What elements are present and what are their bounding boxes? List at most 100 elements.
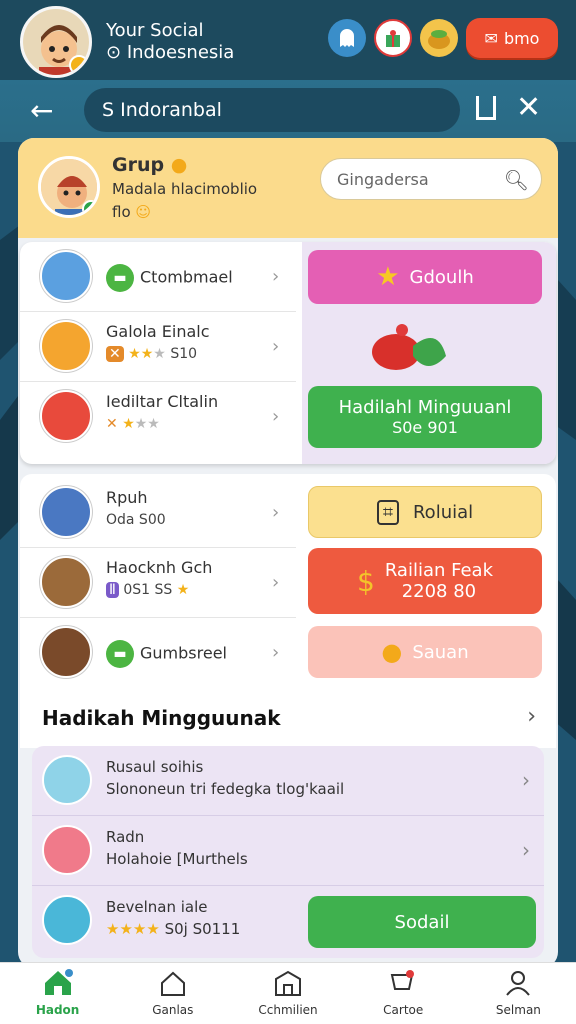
weekly-list: Rusaul soihis Slononeun tri fedegka tlog… [32,746,544,958]
avatar [40,320,92,372]
house-outline-icon [160,971,185,996]
coin-pot-icon[interactable] [420,19,458,57]
bottom-nav: Hadon Ganlas Cchmilien Cartoe Selman [0,962,576,1024]
avatar [40,556,92,608]
badge-icon: ✕ [106,346,124,362]
list-item[interactable]: ▬ Gumbsreel › [20,618,296,688]
railian-line1: Railian Feak [384,560,494,581]
weekly-item-title: Radn [106,828,145,846]
home-icon [44,969,73,995]
roluial-button[interactable]: ⌗ Roluial [308,486,542,538]
list-item[interactable]: Haocknh Gch Ⅱ 0S1 SS ★ › [20,548,296,618]
hadiah-line1: Hadilahl Minguuanl [338,397,512,418]
railian-line2: 2208 80 [401,581,477,602]
chevron-right-icon: › [272,502,280,523]
group-card: Grup ● Madala hlacimoblio flo ☺ Gingader… [18,138,558,238]
top-action-label: bmo [503,28,540,48]
main-panel: Grup ● Madala hlacimoblio flo ☺ Gingader… [18,138,558,968]
avatar [42,755,92,805]
hadiah-mingguan-button[interactable]: Hadilahl Minguuanl S0e 901 [308,386,542,448]
avatar [40,250,92,302]
bookmark-icon[interactable] [476,96,496,120]
chevron-right-icon: › [522,768,530,792]
list-item[interactable]: ▬ Ctombmael › [20,242,296,312]
app-title: Your Social ⊙ Indoesnesia [106,20,234,64]
reward-side-pane: ★ Gdoulh Hadilahl Minguuanl S0e 901 [302,242,556,464]
weekly-item[interactable]: Radn Holahoie [Murthels › [32,816,544,886]
group-search-input[interactable]: Gingadersa 🔍︎ [320,158,542,200]
chevron-right-icon: › [272,642,280,663]
friends-box-2: Rpuh Oda S00 › Haocknh Gch Ⅱ 0S1 SS ★ › … [20,474,556,690]
chevron-right-icon: › [272,572,280,593]
stars-icon: ★★★★ [106,920,160,938]
money-bag-icon: $ [356,564,375,598]
nav-row: ← S Indoranbal ✕ [0,80,576,142]
gdoulh-button[interactable]: ★ Gdoulh [308,250,542,304]
grid-icon: ⌗ [376,499,399,525]
app-title-line1: Your Social [106,20,204,41]
railian-feak-button[interactable]: $ Railian Feak 2208 80 [308,548,542,614]
list-item-subtitle: ✕ ★★★ [106,416,160,432]
weekly-item[interactable]: Bevelnan iale ★★★★ S0j S0111 Sodail [32,886,544,956]
sauan-label: Sauan [412,641,469,663]
tab-hadon[interactable]: Hadon [0,963,115,1024]
list-item-subtitle: Oda S00 [106,512,166,528]
group-subtitle-line2: flo [112,203,131,221]
envelope-icon: ✉ [484,28,498,48]
weekly-item-subtitle: Slononeun tri fedegka tlog'kaail [106,780,345,798]
social-button[interactable]: Sodail [308,896,536,948]
tab-label: Selman [495,1003,541,1017]
group-avatar[interactable] [38,156,100,218]
tab-cartoe[interactable]: Cartoe [346,963,461,1024]
stars-icon: ★ [122,416,135,432]
chevron-right-icon[interactable]: › [527,704,536,729]
weekly-item[interactable]: Rusaul soihis Slononeun tri fedegka tlog… [32,746,544,816]
tab-ganlas[interactable]: Ganlas [115,963,230,1024]
top-action-button[interactable]: ✉ bmo [466,18,558,58]
group-title: Grup ● [112,154,187,176]
close-icon[interactable]: ✕ [516,90,541,125]
ghost-icon[interactable] [328,19,366,57]
list-item-title: Galola Einalc [106,322,210,341]
badge-icon: ✕ [106,416,118,432]
weekly-item-title: Bevelnan iale [106,898,208,916]
nav-search-field[interactable]: S Indoranbal [84,88,460,132]
list-item[interactable]: Rpuh Oda S00 › [20,478,296,548]
star-icon: ★ [376,262,400,292]
search-icon[interactable]: 🔍︎ [504,159,529,201]
hadiah-line2: S0e 901 [392,418,458,437]
gift-badge-icon[interactable] [374,19,412,57]
tab-selman[interactable]: Selman [461,963,576,1024]
group-subtitle: Madala hlacimoblio flo ☺ [112,178,257,224]
cart-icon [390,970,415,990]
stars-icon: ★★ [128,346,154,362]
list-item-title: ▬ Gumbsreel [106,640,227,668]
store-icon [275,970,301,996]
avatar [42,895,92,945]
list-item[interactable]: Iediltar Cltalin ✕ ★★★ › [20,382,296,452]
back-arrow-icon[interactable]: ← [30,94,53,127]
app-title-line2: ⊙ Indoesnesia [106,42,235,63]
list-item-title: Iediltar Cltalin [106,392,219,411]
friends-box-1: ▬ Ctombmael › Galola Einalc ✕ ★★★ S10 › I… [20,242,556,464]
list-item[interactable]: Galola Einalc ✕ ★★★ S10 › [20,312,296,382]
list-item-subtitle: Ⅱ 0S1 SS ★ [106,582,189,598]
tab-label: Cchmilien [258,1003,318,1017]
group-subtitle-line1: Madala hlacimoblio [112,180,258,198]
green-coin-icon: ▬ [106,264,134,292]
green-coin-icon: ▬ [106,640,134,668]
badge-icon: Ⅱ [106,582,119,598]
tab-cchmilien[interactable]: Cchmilien [230,963,345,1024]
group-title-text: Grup [112,154,165,176]
coin-icon: ● [170,154,188,176]
top-icons: ✉ bmo [328,18,558,58]
sauan-button[interactable]: ● Sauan [308,626,542,678]
avatar [42,825,92,875]
list-item-title: ▬ Ctombmael [106,264,233,292]
profile-avatar[interactable] [20,6,92,78]
weekly-header[interactable]: Hadikah Mingguunak › [20,690,556,748]
weekly-item-subtitle: ★★★★ S0j S0111 [106,920,241,938]
chevron-right-icon: › [272,336,280,357]
avatar [40,390,92,442]
avatar [40,626,92,678]
